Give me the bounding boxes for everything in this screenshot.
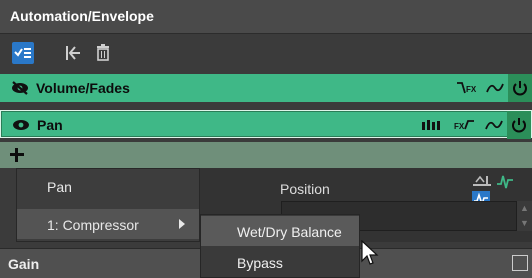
- envelope-curve-icon[interactable]: [485, 117, 503, 133]
- gain-label: Gain: [8, 256, 40, 272]
- power-button[interactable]: [507, 111, 531, 139]
- go-start-button[interactable]: [62, 42, 84, 64]
- snap-icon[interactable]: [472, 172, 492, 190]
- checklist-icon: [14, 48, 31, 58]
- track-tools: FX: [450, 79, 504, 97]
- show-list-button[interactable]: [12, 42, 34, 64]
- menu-item-label: 1: Compressor: [47, 217, 139, 233]
- submenu-item-label: Wet/Dry Balance: [237, 224, 342, 240]
- submenu-item-label: Bypass: [237, 255, 283, 271]
- power-icon: [513, 81, 527, 96]
- add-envelope-button[interactable]: [0, 142, 532, 168]
- meter-icon[interactable]: [421, 117, 443, 133]
- fx-curve-icon[interactable]: FX: [453, 117, 475, 133]
- menu-item-label: Pan: [47, 179, 72, 195]
- power-icon: [512, 118, 526, 133]
- menu-item-pan[interactable]: Pan: [17, 171, 199, 201]
- eye-hidden-icon[interactable]: [10, 80, 30, 96]
- svg-text:FX: FX: [454, 122, 465, 131]
- delete-button[interactable]: [92, 42, 114, 64]
- svg-text:FX: FX: [466, 85, 476, 94]
- position-label: Position: [280, 181, 330, 197]
- panel-tools: [472, 172, 532, 208]
- track-label: Volume/Fades: [36, 80, 130, 96]
- context-menu: Pan 1: Compressor: [16, 168, 200, 242]
- track-tools: FX: [415, 116, 503, 134]
- submenu-item-bypass[interactable]: Bypass: [201, 247, 359, 277]
- trash-icon: [97, 44, 109, 61]
- eye-visible-icon[interactable]: [11, 117, 31, 133]
- waveform-green-icon[interactable]: [496, 172, 514, 190]
- envelope-curve-icon[interactable]: [486, 80, 504, 96]
- gain-toggle[interactable]: [512, 255, 528, 271]
- track-label: Pan: [37, 117, 63, 133]
- plus-icon: [10, 148, 24, 162]
- toolbar: [0, 34, 532, 74]
- fx-curve-icon[interactable]: FX: [456, 80, 476, 96]
- window-title: Automation/Envelope: [0, 0, 532, 34]
- submenu-item-wet-dry[interactable]: Wet/Dry Balance: [201, 216, 359, 246]
- power-button[interactable]: [508, 74, 532, 102]
- compressor-submenu: Wet/Dry Balance Bypass: [200, 214, 360, 278]
- submenu-arrow-icon: [179, 219, 185, 229]
- mouse-cursor-icon: [361, 240, 379, 265]
- menu-item-compressor[interactable]: 1: Compressor: [17, 209, 199, 239]
- go-to-start-icon: [66, 46, 80, 60]
- position-spinner[interactable]: ▲ ▼: [517, 201, 532, 231]
- track-pan[interactable]: Pan FX: [0, 110, 532, 139]
- track-volume-fades[interactable]: Volume/Fades FX: [0, 74, 532, 102]
- automation-envelope-window: Automation/Envelope Volume/Fades FX Pan …: [0, 0, 532, 278]
